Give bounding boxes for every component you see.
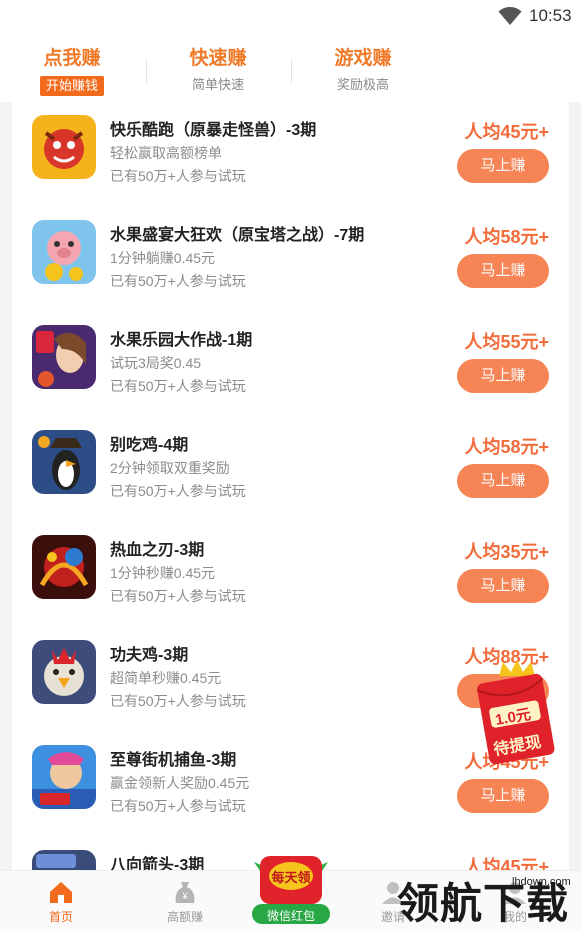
arcade-fish-icon[interactable] (32, 745, 96, 809)
nav-label: 高额赚 (166, 910, 203, 924)
pig-coin-icon[interactable] (32, 220, 96, 284)
game-name: 快乐酷跑（原暴走怪兽）-3期 (110, 122, 317, 139)
reward-amount: 人均45元+ (464, 122, 549, 142)
girl-redpacket-icon[interactable] (32, 325, 96, 389)
game-desc: 轻松赢取高额榜单 (110, 145, 222, 161)
earn-now-button[interactable]: 马上赚 (457, 779, 549, 813)
nav-high-earn[interactable]: ¥ 高额赚 (145, 879, 225, 925)
game-desc: 1分钟躺赚0.45元 (110, 250, 216, 266)
reward-amount: 人均35元+ (464, 542, 549, 562)
reward-amount: 人均45元+ (464, 857, 549, 870)
fire-dragon-icon[interactable] (32, 535, 96, 599)
reward-amount: 人均55元+ (464, 332, 549, 352)
svg-text:¥: ¥ (181, 891, 188, 901)
list-item[interactable]: 水果盛宴大狂欢（原宝塔之战）-7期 1分钟躺赚0.45元 已有50万+人参与试玩… (12, 210, 569, 315)
game-name: 至尊街机捕鱼-3期 (110, 752, 237, 769)
game-name: 水果盛宴大狂欢（原宝塔之战）-7期 (110, 227, 365, 244)
game-name: 八向箭头-3期 (110, 857, 205, 870)
center-button-top: 每天领 (271, 870, 311, 885)
dragon-monster-icon[interactable] (32, 115, 96, 179)
participant-count: 已有50万+人参与试玩 (110, 483, 246, 499)
game-desc: 2分钟领取双重奖励 (110, 460, 230, 476)
tab-kuai-su-zhuan[interactable]: 快速赚 简单快速 (148, 46, 288, 94)
tab-subtitle-badge: 开始赚钱 (39, 76, 104, 96)
status-bar: 10:53 (0, 0, 581, 32)
floating-red-packet[interactable]: 1.0元 待提现 (473, 658, 559, 766)
list-item[interactable]: 快乐酷跑（原暴走怪兽）-3期 轻松赢取高额榜单 已有50万+人参与试玩 人均45… (12, 105, 569, 210)
game-name: 功夫鸡-3期 (110, 647, 189, 664)
tab-subtitle: 奖励极高 (336, 77, 389, 92)
participant-count: 已有50万+人参与试玩 (110, 588, 246, 604)
top-tabs: 点我赚 开始赚钱 快速赚 简单快速 游戏赚 奖励极高 (0, 32, 581, 102)
tab-divider (146, 58, 147, 84)
game-desc: 赢金领新人奖励0.45元 (110, 775, 250, 791)
game-desc: 超简单秒赚0.45元 (110, 670, 222, 686)
home-icon (50, 882, 72, 903)
arrow-game-icon[interactable] (32, 850, 96, 870)
nav-home[interactable]: 首页 (21, 879, 101, 925)
tab-dian-wo-zhuan[interactable]: 点我赚 开始赚钱 (2, 46, 142, 96)
wechat-red-envelope-button[interactable]: 每天领 微信红包 (248, 852, 334, 926)
tab-title: 游戏赚 (334, 48, 392, 69)
pirate-penguin-icon[interactable] (32, 430, 96, 494)
participant-count: 已有50万+人参与试玩 (110, 798, 246, 814)
list-item[interactable]: 水果乐园大作战-1期 试玩3局奖0.45 已有50万+人参与试玩 人均55元+ … (12, 315, 569, 420)
moneybag-icon: ¥ (175, 882, 195, 903)
participant-count: 已有50万+人参与试玩 (110, 378, 246, 394)
tab-title: 点我赚 (43, 48, 101, 69)
wifi-icon (498, 7, 522, 25)
watermark-url: lhdown.com (512, 876, 571, 888)
game-desc: 1分钟秒赚0.45元 (110, 565, 216, 581)
game-name: 水果乐园大作战-1期 (110, 332, 253, 349)
earn-now-button[interactable]: 马上赚 (457, 464, 549, 498)
center-button-label: 微信红包 (266, 909, 315, 923)
earn-now-button[interactable]: 马上赚 (457, 569, 549, 603)
list-item[interactable]: 热血之刃-3期 1分钟秒赚0.45元 已有50万+人参与试玩 人均35元+ 马上… (12, 525, 569, 630)
participant-count: 已有50万+人参与试玩 (110, 273, 246, 289)
participant-count: 已有50万+人参与试玩 (110, 693, 246, 709)
tab-subtitle: 简单快速 (191, 77, 244, 92)
earn-now-button[interactable]: 马上赚 (457, 149, 549, 183)
tab-you-xi-zhuan[interactable]: 游戏赚 奖励极高 (293, 46, 433, 94)
status-time: 10:53 (529, 6, 572, 25)
participant-count: 已有50万+人参与试玩 (110, 168, 246, 184)
game-desc: 试玩3局奖0.45 (110, 355, 202, 371)
kungfu-chicken-icon[interactable] (32, 640, 96, 704)
earn-now-button[interactable]: 马上赚 (457, 359, 549, 393)
game-name: 热血之刃-3期 (110, 542, 205, 559)
tab-title: 快速赚 (189, 48, 247, 69)
reward-amount: 人均58元+ (464, 227, 549, 247)
reward-amount: 人均58元+ (464, 437, 549, 457)
nav-label: 首页 (48, 910, 73, 924)
list-item[interactable]: 别吃鸡-4期 2分钟领取双重奖励 已有50万+人参与试玩 人均58元+ 马上赚 (12, 420, 569, 525)
game-name: 别吃鸡-4期 (110, 437, 189, 454)
tab-divider (291, 58, 292, 84)
earn-now-button[interactable]: 马上赚 (457, 254, 549, 288)
